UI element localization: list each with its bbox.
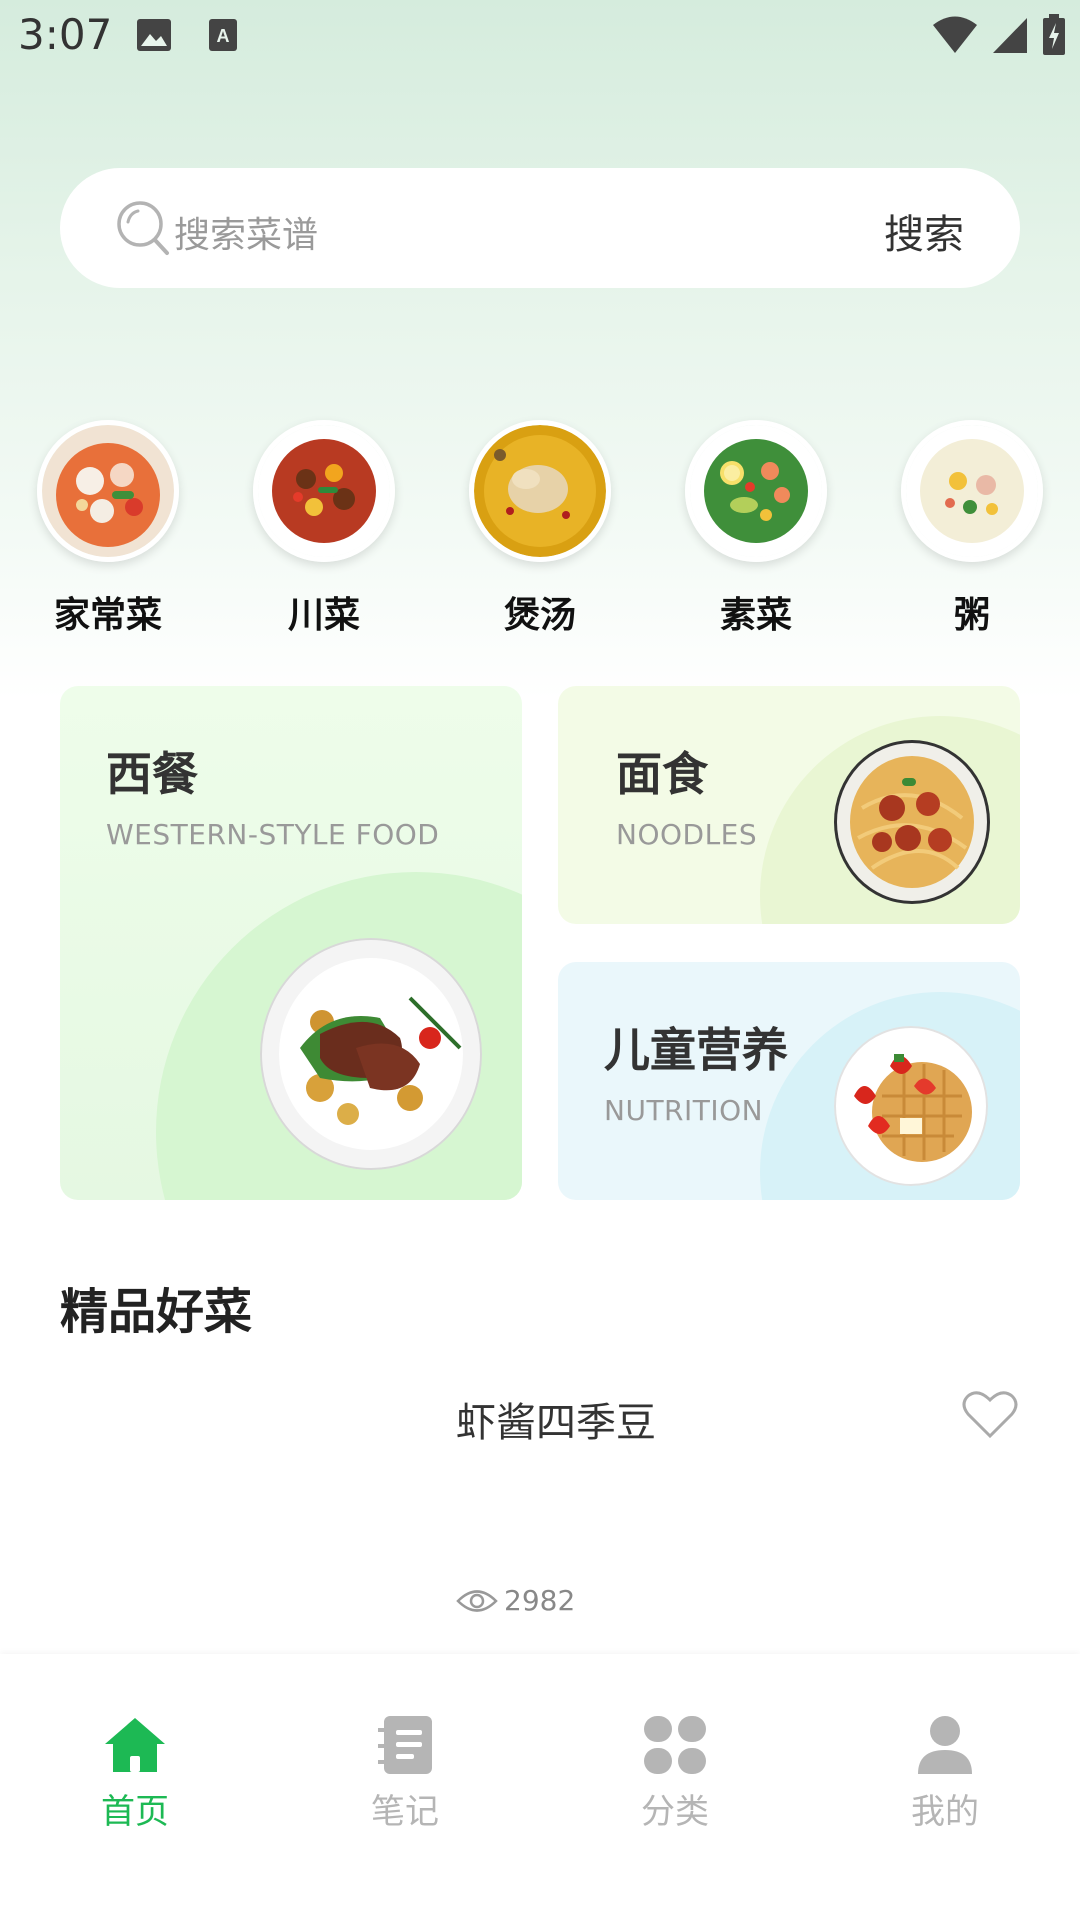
status-time: 3:07	[18, 10, 113, 59]
category-sichuan[interactable]: 川菜	[244, 420, 404, 638]
waffle-plate-image	[834, 1026, 988, 1186]
card-title: 西餐	[106, 747, 198, 801]
kids-nutrition-card[interactable]: 儿童营养 NUTRITION	[558, 962, 1020, 1200]
spaghetti-plate-image	[832, 738, 992, 906]
image-icon	[137, 19, 171, 51]
category-label: 素菜	[719, 595, 792, 636]
text-badge-icon: A	[209, 19, 237, 51]
recipe-title[interactable]: 虾酱四季豆	[456, 1390, 656, 1448]
category-home-cooking[interactable]: 家常菜	[28, 420, 188, 638]
notes-icon	[378, 1716, 432, 1774]
bottom-nav: 首页 笔记 分类 我的	[0, 1654, 1080, 1920]
wifi-icon	[933, 16, 977, 53]
nav-category[interactable]: 分类	[595, 1716, 755, 1833]
home-icon	[105, 1718, 165, 1772]
western-food-card[interactable]: 西餐 WESTERN-STYLE FOOD	[60, 686, 522, 1200]
status-bar: 3:07 A	[0, 0, 1080, 72]
porridge-image	[901, 420, 1043, 562]
category-porridge[interactable]: 粥	[892, 420, 1052, 638]
nav-home[interactable]: 首页	[55, 1716, 215, 1833]
search-bar[interactable]: 搜索菜谱 搜索	[60, 168, 1020, 288]
category-label: 川菜	[287, 595, 360, 636]
nav-notes[interactable]: 笔记	[325, 1716, 485, 1833]
seafood-soup-image	[37, 420, 179, 562]
svg-text:A: A	[217, 26, 230, 46]
category-label: 粥	[953, 595, 990, 636]
salad-image	[685, 420, 827, 562]
nav-profile[interactable]: 我的	[865, 1716, 1025, 1833]
nav-label: 分类	[641, 1792, 709, 1832]
category-label: 家常菜	[53, 595, 162, 636]
search-button[interactable]: 搜索	[884, 202, 964, 260]
nav-label: 笔记	[371, 1792, 439, 1832]
cell-signal-icon	[993, 18, 1027, 53]
nav-label: 首页	[101, 1792, 169, 1832]
section-title: 精品好菜	[60, 1284, 253, 1340]
card-title: 面食	[616, 747, 708, 801]
category-vegetarian[interactable]: 素菜	[676, 420, 836, 638]
eye-icon	[456, 1589, 498, 1612]
nav-label: 我的	[911, 1792, 979, 1832]
profile-icon	[918, 1716, 972, 1774]
steak-plate-image	[260, 938, 482, 1170]
card-subtitle: WESTERN-STYLE FOOD	[106, 818, 440, 851]
card-subtitle: NOODLES	[616, 818, 758, 851]
sichuan-dish-image	[253, 420, 395, 562]
heart-icon[interactable]	[962, 1390, 1018, 1440]
category-grid-icon	[644, 1716, 706, 1774]
view-count: 2982	[504, 1584, 576, 1617]
battery-icon	[1043, 14, 1065, 55]
card-title: 儿童营养	[604, 1023, 788, 1077]
category-soup[interactable]: 煲汤	[460, 420, 620, 638]
chicken-soup-image	[469, 420, 611, 562]
card-subtitle: NUTRITION	[604, 1094, 764, 1127]
view-count-row: 2982	[456, 1584, 575, 1617]
category-label: 煲汤	[503, 595, 576, 636]
search-input[interactable]: 搜索菜谱	[174, 206, 318, 258]
search-icon	[117, 201, 169, 255]
noodles-card[interactable]: 面食 NOODLES	[558, 686, 1020, 924]
